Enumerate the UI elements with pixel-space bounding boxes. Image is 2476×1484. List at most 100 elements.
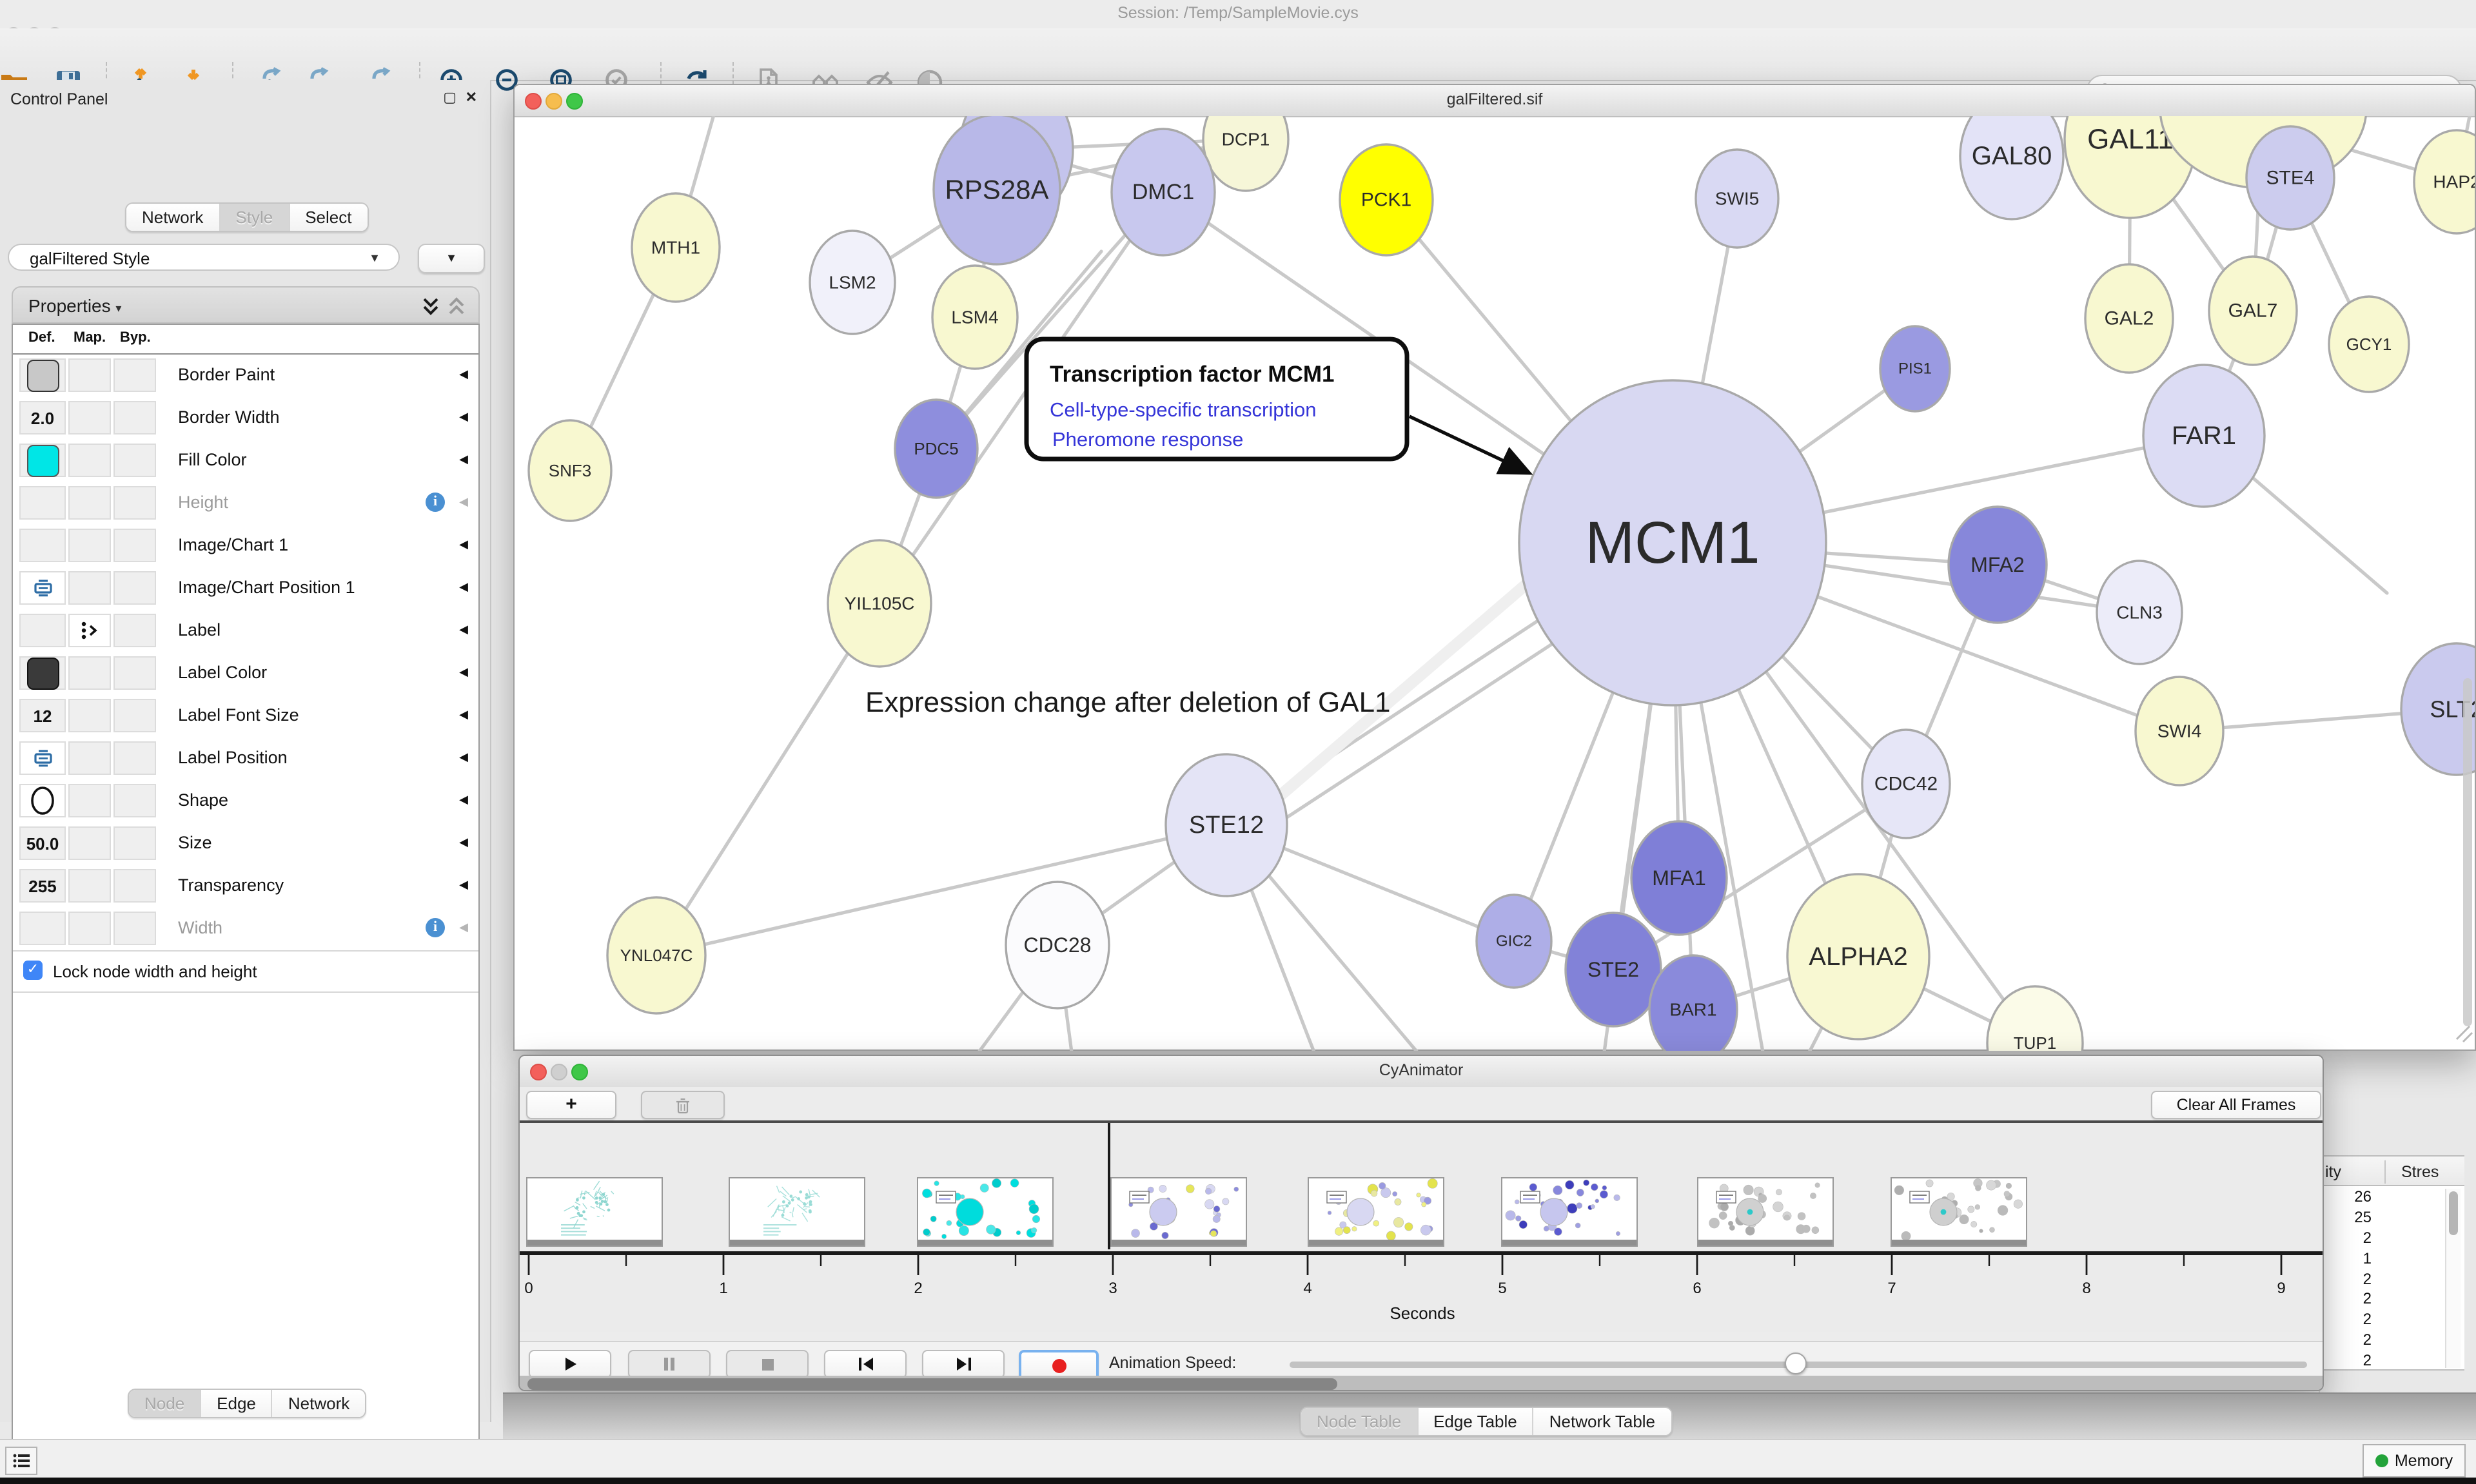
task-history-button[interactable] xyxy=(5,1447,37,1475)
expand-left-icon[interactable]: ◀ xyxy=(459,453,468,467)
frame-thumbnail-1[interactable] xyxy=(729,1177,865,1247)
network-node-RPS28A[interactable]: RPS28A xyxy=(934,116,1060,264)
table-tab-node-table[interactable]: Node Table xyxy=(1301,1408,1418,1435)
bypass-cell[interactable] xyxy=(113,699,156,732)
network-node-MTH1[interactable]: MTH1 xyxy=(632,193,720,302)
table-row[interactable]: 2 xyxy=(2321,1289,2464,1309)
network-node-MFA1[interactable]: MFA1 xyxy=(1631,821,1727,935)
property-row-width[interactable]: Widthi◀ xyxy=(13,908,478,952)
network-node-MCM1[interactable]: MCM1 xyxy=(1519,380,1826,705)
table-tab-network-table[interactable]: Network Table xyxy=(1534,1408,1671,1435)
expand-left-icon[interactable]: ◀ xyxy=(459,665,468,679)
mcm1-annotation[interactable]: Transcription factor MCM1Cell-type-speci… xyxy=(1027,339,1407,459)
lock-size-checkbox[interactable]: ✓ xyxy=(23,961,43,980)
info-icon[interactable]: i xyxy=(426,493,445,512)
network-node-GAL2[interactable]: GAL2 xyxy=(2085,264,2173,373)
mapping-cell[interactable] xyxy=(68,741,111,775)
tab-style[interactable]: Style xyxy=(220,204,290,231)
bypass-cell[interactable] xyxy=(113,784,156,817)
annotation-link[interactable]: Pheromone response xyxy=(1052,428,1243,451)
table-row[interactable]: 26 xyxy=(2321,1186,2464,1207)
table-tab-edge-table[interactable]: Edge Table xyxy=(1418,1408,1534,1435)
properties-section-header[interactable]: Properties ▾ xyxy=(12,286,480,324)
bypass-cell[interactable] xyxy=(113,912,156,945)
frame-thumbnail-5[interactable] xyxy=(1501,1177,1638,1247)
property-row-shape[interactable]: Shape◀ xyxy=(13,780,478,824)
property-row-size[interactable]: 50.0Size◀ xyxy=(13,823,478,866)
network-edge[interactable] xyxy=(656,825,1226,955)
network-node-LSM2[interactable]: LSM2 xyxy=(810,231,895,334)
mapping-cell[interactable] xyxy=(68,486,111,520)
expand-all-icon[interactable] xyxy=(422,297,440,316)
default-value-cell[interactable]: 12 xyxy=(19,699,66,732)
next-frame-button[interactable] xyxy=(922,1350,1005,1378)
default-value-cell[interactable]: 255 xyxy=(19,869,66,903)
delete-frame-button[interactable] xyxy=(641,1091,725,1119)
add-frame-button[interactable]: + xyxy=(526,1091,616,1119)
property-row-height[interactable]: Heighti◀ xyxy=(13,482,478,526)
bypass-cell[interactable] xyxy=(113,401,156,434)
property-row-transparency[interactable]: 255Transparency◀ xyxy=(13,865,478,909)
property-row-border-paint[interactable]: Border Paint◀ xyxy=(13,355,478,398)
default-value-cell[interactable] xyxy=(19,358,66,392)
table-vscrollbar[interactable] xyxy=(2445,1189,2461,1368)
property-row-label-color[interactable]: Label Color◀ xyxy=(13,652,478,696)
default-value-cell[interactable] xyxy=(19,912,66,945)
play-button[interactable] xyxy=(529,1350,611,1378)
property-row-label-position[interactable]: Label Position◀ xyxy=(13,737,478,781)
mapping-cell[interactable] xyxy=(68,529,111,562)
network-node-CDC28[interactable]: CDC28 xyxy=(1006,882,1109,1008)
default-value-cell[interactable] xyxy=(19,614,66,647)
memory-button[interactable]: Memory xyxy=(2363,1444,2466,1478)
bypass-cell[interactable] xyxy=(113,869,156,903)
table-row[interactable]: 2 xyxy=(2321,1329,2464,1350)
frame-thumbnail-3[interactable] xyxy=(1110,1177,1247,1247)
table-row[interactable]: 2 xyxy=(2321,1350,2464,1371)
mapping-cell[interactable] xyxy=(68,358,111,392)
network-window-titlebar[interactable]: galFiltered.sif xyxy=(515,85,2475,117)
info-icon[interactable]: i xyxy=(426,918,445,937)
speed-slider-thumb[interactable] xyxy=(1785,1352,1807,1374)
mapping-cell[interactable] xyxy=(68,784,111,817)
frame-thumbnail-2[interactable] xyxy=(917,1177,1054,1247)
bypass-cell[interactable] xyxy=(113,444,156,477)
table-row[interactable]: 2 xyxy=(2321,1227,2464,1248)
network-node-GIC2[interactable]: GIC2 xyxy=(1477,895,1551,988)
expand-left-icon[interactable]: ◀ xyxy=(459,921,468,935)
network-canvas[interactable]: DCP1RPS28ADMC1PCK1SWI5GAL80GAL11STE4HAP2… xyxy=(515,116,2475,1051)
table-row[interactable]: 2 xyxy=(2321,1268,2464,1289)
network-node-MFA2[interactable]: MFA2 xyxy=(1949,507,2047,623)
network-node-HAP2[interactable]: HAP2 xyxy=(2414,130,2475,233)
default-value-cell[interactable] xyxy=(19,656,66,690)
property-row-image-chart-position-1[interactable]: Image/Chart Position 1◀ xyxy=(13,567,478,611)
expand-left-icon[interactable]: ◀ xyxy=(459,495,468,509)
network-node-ALPHA2[interactable]: ALPHA2 xyxy=(1787,874,1929,1039)
annotation-link[interactable]: Cell-type-specific transcription xyxy=(1050,398,1316,421)
tab-select[interactable]: Select xyxy=(290,204,367,231)
property-row-border-width[interactable]: 2.0Border Width◀ xyxy=(13,397,478,441)
mapping-cell[interactable] xyxy=(68,869,111,903)
expand-left-icon[interactable]: ◀ xyxy=(459,538,468,552)
frame-thumbnail-4[interactable] xyxy=(1308,1177,1444,1247)
timeline-hscrollbar[interactable] xyxy=(520,1376,2323,1391)
network-node-PIS1[interactable]: PIS1 xyxy=(1880,326,1950,411)
table-row[interactable]: 25 xyxy=(2321,1207,2464,1227)
default-value-cell[interactable] xyxy=(19,486,66,520)
frame-thumbnail-0[interactable] xyxy=(526,1177,663,1247)
default-value-cell[interactable] xyxy=(19,529,66,562)
default-value-cell[interactable] xyxy=(19,444,66,477)
frame-thumbnail-7[interactable] xyxy=(1891,1177,2027,1247)
style-tab-network[interactable]: Network xyxy=(273,1390,365,1417)
position-icon[interactable] xyxy=(19,741,66,775)
network-node-DCP1[interactable]: DCP1 xyxy=(1203,116,1288,191)
table-col-stress[interactable]: Stres xyxy=(2401,1163,2439,1181)
network-node-DMC1[interactable]: DMC1 xyxy=(1112,129,1215,255)
position-icon[interactable] xyxy=(19,571,66,605)
style-tab-edge[interactable]: Edge xyxy=(201,1390,273,1417)
expand-left-icon[interactable]: ◀ xyxy=(459,623,468,637)
network-node-STE4[interactable]: STE4 xyxy=(2246,126,2334,229)
mapping-cell[interactable] xyxy=(68,401,111,434)
frame-thumbnail-6[interactable] xyxy=(1697,1177,1834,1247)
close-panel-icon[interactable]: ✕ xyxy=(466,89,477,106)
mapping-cell[interactable] xyxy=(68,444,111,477)
